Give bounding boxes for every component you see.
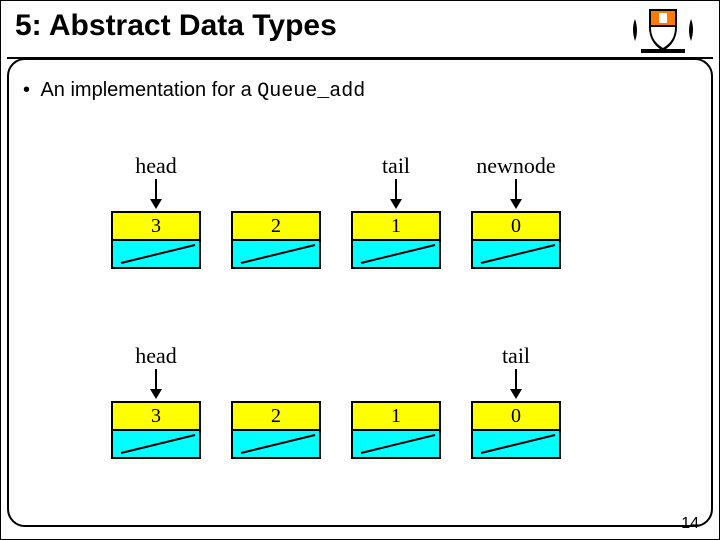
node-pointer [113, 241, 199, 267]
arrow-down-icon [509, 179, 523, 209]
arrow-down-icon [389, 179, 403, 209]
princeton-shield-icon [629, 5, 697, 55]
node-pointer [233, 431, 319, 457]
bullet-dot-icon: • [23, 79, 30, 101]
bullet-line: • An implementation for a Queue_add [23, 79, 365, 103]
queue-node: 2 [231, 401, 321, 459]
node-pointer [353, 241, 439, 267]
page-number: 14 [681, 515, 699, 533]
node-value: 1 [353, 403, 439, 431]
queue-node: 3 [111, 401, 201, 459]
node-value: 1 [353, 213, 439, 241]
node-pointer [233, 241, 319, 267]
arrow-down-icon [149, 369, 163, 399]
queue-node: 3 [111, 211, 201, 269]
node-pointer [473, 431, 559, 457]
node-value: 3 [113, 213, 199, 241]
row2-nodes: 3 2 1 0 [111, 401, 561, 459]
pointer-label-tail: tail [471, 343, 561, 369]
arrow-down-icon [149, 179, 163, 209]
queue-node: 0 [471, 401, 561, 459]
node-value: 3 [113, 403, 199, 431]
queue-node: 2 [231, 211, 321, 269]
queue-node: 1 [351, 401, 441, 459]
node-value: 2 [233, 213, 319, 241]
bullet-text: An implementation for a [40, 79, 257, 101]
queue-node: 1 [351, 211, 441, 269]
row2-pointer-labels: head tail [111, 343, 561, 369]
pointer-label-newnode: newnode [471, 153, 561, 179]
pointer-label-head: head [111, 343, 201, 369]
pointer-label-tail: tail [351, 153, 441, 179]
row1-pointer-labels: head tail newnode [111, 153, 561, 179]
bullet-code: Queue_add [257, 80, 365, 103]
queue-node: 0 [471, 211, 561, 269]
node-value: 2 [233, 403, 319, 431]
node-value: 0 [473, 213, 559, 241]
node-value: 0 [473, 403, 559, 431]
node-pointer [353, 431, 439, 457]
node-pointer [113, 431, 199, 457]
node-pointer [473, 241, 559, 267]
slide: 5: Abstract Data Types • An implementati… [0, 0, 720, 540]
arrow-down-icon [509, 369, 523, 399]
pointer-label-head: head [111, 153, 201, 179]
row1-nodes: 3 2 1 0 [111, 211, 561, 269]
slide-title: 5: Abstract Data Types [15, 9, 337, 43]
